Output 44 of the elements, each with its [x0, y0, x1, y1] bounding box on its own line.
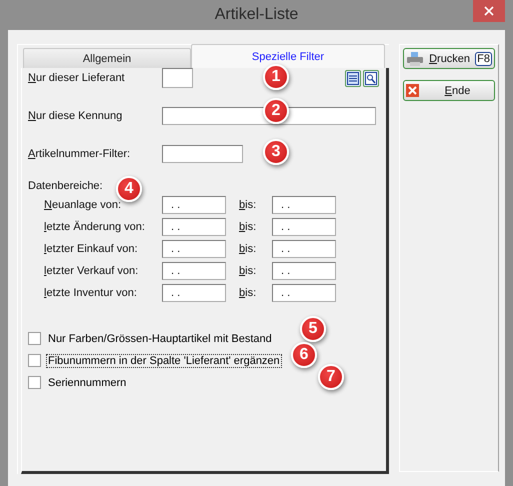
close-icon: [406, 84, 419, 97]
checkbox-label: Nur Farben/Grössen-Hauptartikel mit Bestand: [47, 332, 273, 344]
date-field[interactable]: . .: [272, 240, 336, 258]
close-button[interactable]: [473, 0, 505, 22]
field-label: Nur diese Kennung: [28, 110, 124, 122]
window-title: Artikel-Liste: [214, 6, 298, 24]
date-field[interactable]: . .: [162, 284, 226, 302]
date-field[interactable]: . .: [272, 284, 336, 302]
checkbox[interactable]: [28, 332, 41, 345]
date-field[interactable]: . .: [272, 196, 336, 214]
date-label: letzte Inventur von:: [44, 287, 138, 299]
date-label: bis:: [239, 265, 258, 277]
date-label: letzter Einkauf von:: [44, 243, 139, 255]
tab[interactable]: Allgemein: [23, 48, 191, 68]
section-heading: Datenbereiche:: [28, 180, 103, 192]
shortcut-key: F8: [475, 52, 492, 66]
exit-button[interactable]: Ende: [403, 80, 495, 101]
date-field[interactable]: . .: [162, 262, 226, 280]
date-field[interactable]: . .: [272, 218, 336, 236]
date-label: bis:: [239, 199, 258, 211]
close-icon: [484, 6, 494, 16]
date-field[interactable]: . .: [162, 196, 226, 214]
tab[interactable]: Spezielle Filter: [191, 44, 385, 68]
checkbox[interactable]: [28, 354, 41, 367]
date-field[interactable]: . .: [162, 218, 226, 236]
date-label: bis:: [239, 287, 258, 299]
input-field[interactable]: [162, 145, 243, 163]
field-label: Nur dieser Lieferant: [28, 72, 126, 84]
checkbox[interactable]: [28, 376, 41, 389]
search-icon[interactable]: [363, 70, 379, 86]
date-label: Neuanlage von:: [44, 199, 122, 211]
input-field[interactable]: [162, 68, 193, 88]
date-label: bis:: [239, 243, 258, 255]
checkbox-label: Seriennummern: [47, 376, 128, 388]
date-field[interactable]: . .: [272, 262, 336, 280]
field-label: Artikelnummer-Filter:: [28, 148, 132, 160]
printer-icon: [406, 52, 424, 66]
date-label: letzte Änderung von:: [44, 221, 146, 233]
date-label: letzter Verkauf von:: [44, 265, 140, 277]
date-field[interactable]: . .: [162, 240, 226, 258]
list-icon[interactable]: [345, 70, 361, 86]
date-label: bis:: [239, 221, 258, 233]
checkbox-label: Fibunummern in der Spalte 'Lieferant' ergänzen: [47, 354, 281, 366]
print-button[interactable]: Drucken F8: [403, 48, 495, 69]
